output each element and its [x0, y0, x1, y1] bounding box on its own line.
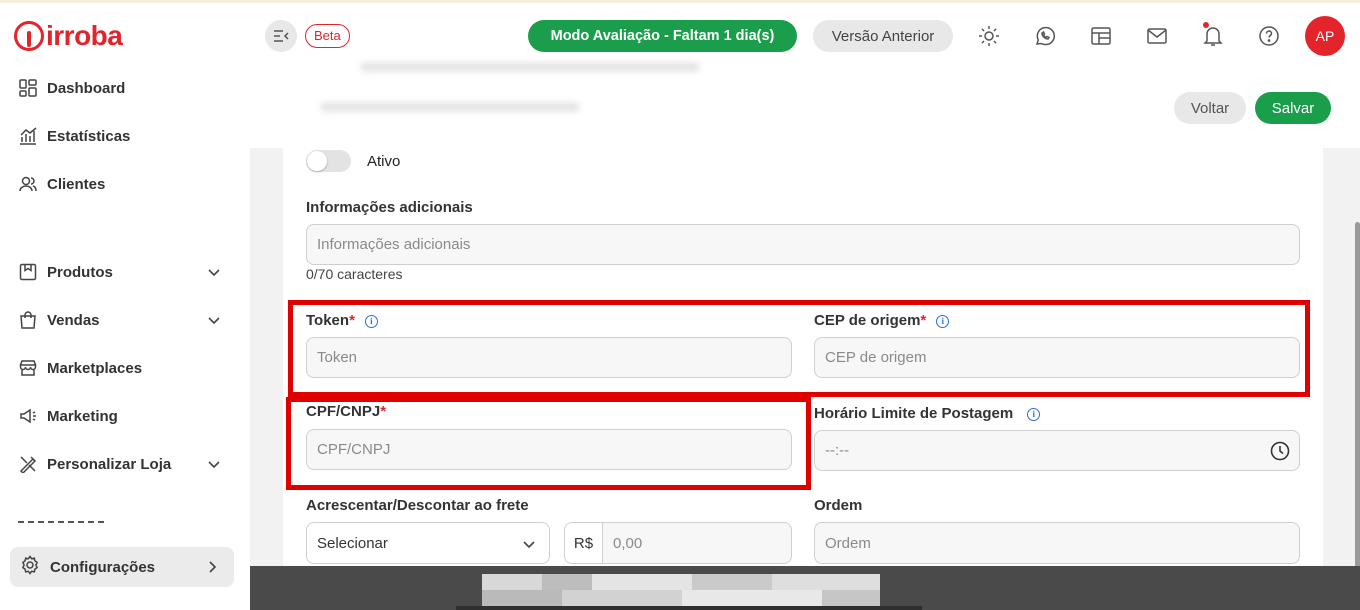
postage-time-field[interactable]: --:--	[814, 430, 1300, 471]
sidebar-item-label: Personalizar Loja	[47, 455, 172, 473]
scrollbar-thumb[interactable]	[1355, 222, 1360, 610]
select-value: Selecionar	[317, 534, 388, 552]
collapse-menu-button[interactable]	[265, 20, 297, 52]
freight-adjust-select[interactable]: Selecionar	[306, 522, 550, 564]
time-placeholder: --:--	[825, 442, 850, 459]
sidebar-item-vendas[interactable]: Vendas	[18, 306, 232, 334]
menu-collapse-icon	[274, 30, 289, 42]
postage-time-label: Horário Limite de Postagem i	[814, 405, 1041, 422]
sidebar-item-produtos[interactable]: Produtos	[18, 258, 232, 286]
sidebar-item-label: Marketplaces	[47, 359, 143, 377]
cpf-cnpj-label: CPF/CNPJ*	[306, 403, 387, 420]
chevron-down-icon	[208, 269, 220, 277]
logo-icon	[14, 21, 44, 51]
notification-dot	[1203, 22, 1209, 28]
sidebar-item-label: Marketing	[47, 407, 118, 425]
freight-adjust-label: Acrescentar/Descontar ao frete	[306, 497, 529, 514]
whatsapp-icon[interactable]	[1033, 24, 1057, 48]
top-border	[0, 0, 1360, 3]
sun-icon[interactable]	[977, 24, 1001, 48]
megaphone-icon	[18, 406, 38, 426]
sidebar-item-label: Estatísticas	[47, 127, 131, 145]
char-counter: 0/70 caracteres	[306, 266, 403, 282]
freight-amount-field[interactable]: R$ 0,00	[564, 522, 792, 564]
order-label: Ordem	[814, 497, 863, 514]
info-icon[interactable]: i	[1027, 408, 1041, 421]
help-icon[interactable]	[1257, 24, 1281, 48]
brand-name: irroba	[46, 20, 123, 51]
sidebar-item-label: Clientes	[47, 175, 106, 193]
previous-version-button[interactable]: Versão Anterior	[813, 20, 953, 52]
top-header	[250, 0, 1360, 68]
sidebar-item-partial	[18, 516, 218, 524]
blurred-footer-banner	[250, 566, 1360, 610]
sidebar-item-marketing[interactable]: Marketing	[18, 402, 232, 430]
stats-icon	[18, 126, 38, 146]
info-icon[interactable]: i	[364, 315, 378, 328]
currency-prefix: R$	[565, 523, 603, 563]
users-icon	[18, 174, 38, 194]
sidebar-item-label: Dashboard	[47, 79, 126, 97]
cep-field[interactable]: CEP de origem	[814, 337, 1300, 378]
sidebar-item-personalizar-loja[interactable]: Personalizar Loja	[18, 450, 232, 478]
gear-icon	[20, 554, 40, 580]
cep-label: CEP de origem* i	[814, 312, 950, 329]
clock-icon[interactable]	[1270, 441, 1290, 461]
sidebar-item-clientes[interactable]: Clientes	[18, 170, 232, 198]
dashboard-icon	[18, 78, 38, 98]
mail-icon[interactable]	[1145, 24, 1169, 48]
trial-mode-button[interactable]: Modo Avaliação - Faltam 1 dia(s)	[528, 20, 797, 52]
calendar-icon[interactable]	[1089, 24, 1113, 48]
brand-logo[interactable]: irroba	[14, 20, 123, 52]
bag-icon	[18, 310, 38, 330]
sidebar-item-configuracoes[interactable]: Configurações	[10, 547, 234, 587]
back-button[interactable]: Voltar	[1174, 92, 1246, 124]
active-label: Ativo	[367, 153, 401, 170]
sidebar-item-label: Produtos	[47, 263, 113, 281]
chevron-down-icon	[523, 541, 535, 549]
sidebar-item-label: Vendas	[47, 311, 100, 329]
beta-badge: Beta	[305, 24, 350, 48]
sidebar: irroba Dashboard Estatísticas Clientes P…	[0, 0, 250, 610]
amount-placeholder: 0,00	[613, 534, 643, 552]
additional-info-field[interactable]: Informações adicionais	[306, 224, 1300, 265]
chevron-down-icon	[208, 317, 220, 325]
toggle-knob	[307, 151, 327, 171]
token-label: Token* i	[306, 312, 378, 329]
additional-info-label: Informações adicionais	[306, 199, 473, 216]
sidebar-item-marketplaces[interactable]: Marketplaces	[18, 354, 232, 382]
save-button[interactable]: Salvar	[1255, 92, 1331, 124]
info-icon[interactable]: i	[936, 315, 950, 328]
sidebar-item-label: Configurações	[50, 558, 156, 576]
chevron-right-icon	[209, 561, 217, 573]
token-field[interactable]: Token	[306, 337, 792, 378]
sidebar-item-estatisticas[interactable]: Estatísticas	[18, 122, 232, 150]
brush-icon	[18, 454, 38, 474]
order-field[interactable]: Ordem	[814, 522, 1300, 564]
cpf-cnpj-field[interactable]: CPF/CNPJ	[306, 429, 792, 470]
avatar[interactable]: AP	[1305, 16, 1345, 56]
store-icon	[18, 358, 38, 378]
chevron-down-icon	[208, 461, 220, 469]
sidebar-item-dashboard[interactable]: Dashboard	[18, 74, 232, 102]
active-toggle[interactable]	[306, 150, 351, 172]
box-icon	[18, 262, 38, 282]
